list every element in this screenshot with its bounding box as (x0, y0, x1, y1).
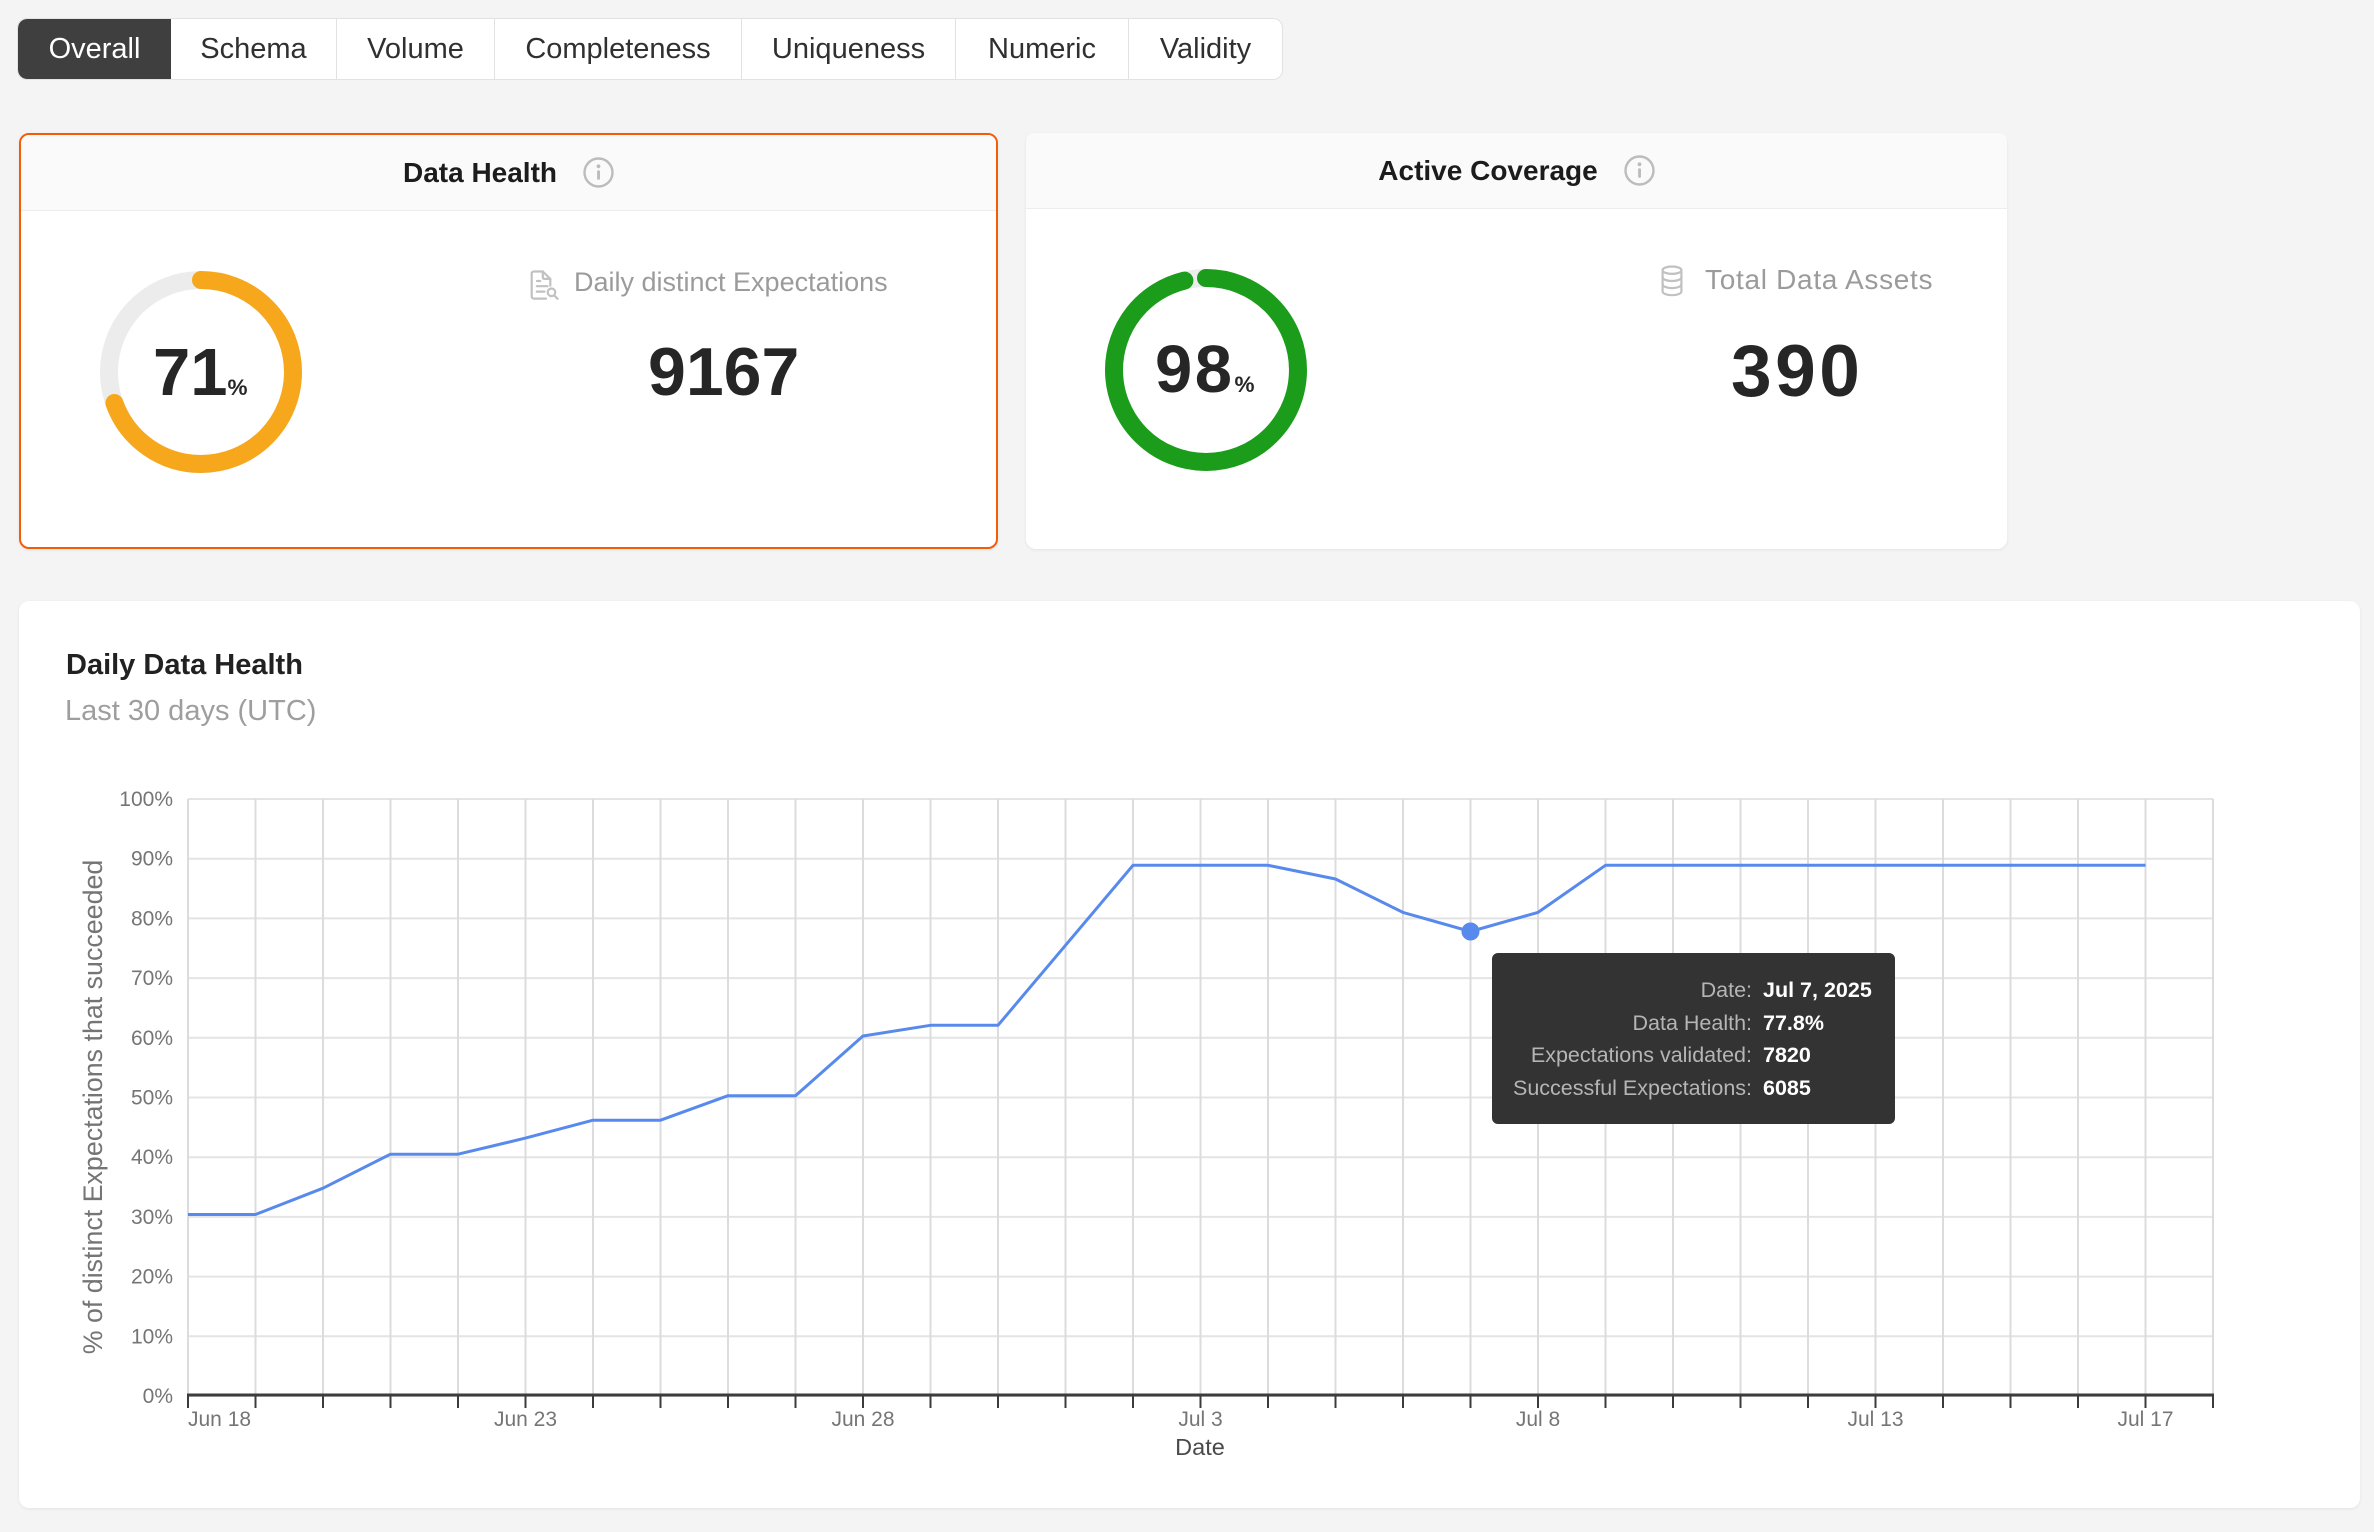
svg-text:90%: 90% (131, 848, 173, 871)
svg-text:Jul 3: Jul 3 (1178, 1408, 1222, 1431)
svg-text:Jul 8: Jul 8 (1516, 1408, 1560, 1431)
svg-text:10%: 10% (131, 1325, 173, 1348)
svg-text:0%: 0% (143, 1385, 173, 1408)
svg-text:20%: 20% (131, 1266, 173, 1289)
svg-text:Jul 17: Jul 17 (2117, 1408, 2173, 1431)
svg-text:Date: Date (1175, 1434, 1225, 1460)
svg-text:100%: 100% (119, 788, 173, 811)
svg-text:Jul 13: Jul 13 (1847, 1408, 1903, 1431)
svg-text:60%: 60% (131, 1027, 173, 1050)
svg-text:Jun 28: Jun 28 (831, 1408, 894, 1431)
svg-text:50%: 50% (131, 1087, 173, 1110)
svg-text:80%: 80% (131, 907, 173, 930)
svg-text:Jun 23: Jun 23 (494, 1408, 557, 1431)
svg-text:Jun 18: Jun 18 (188, 1408, 251, 1431)
svg-text:70%: 70% (131, 967, 173, 990)
svg-text:40%: 40% (131, 1146, 173, 1169)
svg-text:% of distinct Expectations tha: % of distinct Expectations that succeede… (78, 860, 108, 1355)
svg-text:30%: 30% (131, 1206, 173, 1229)
